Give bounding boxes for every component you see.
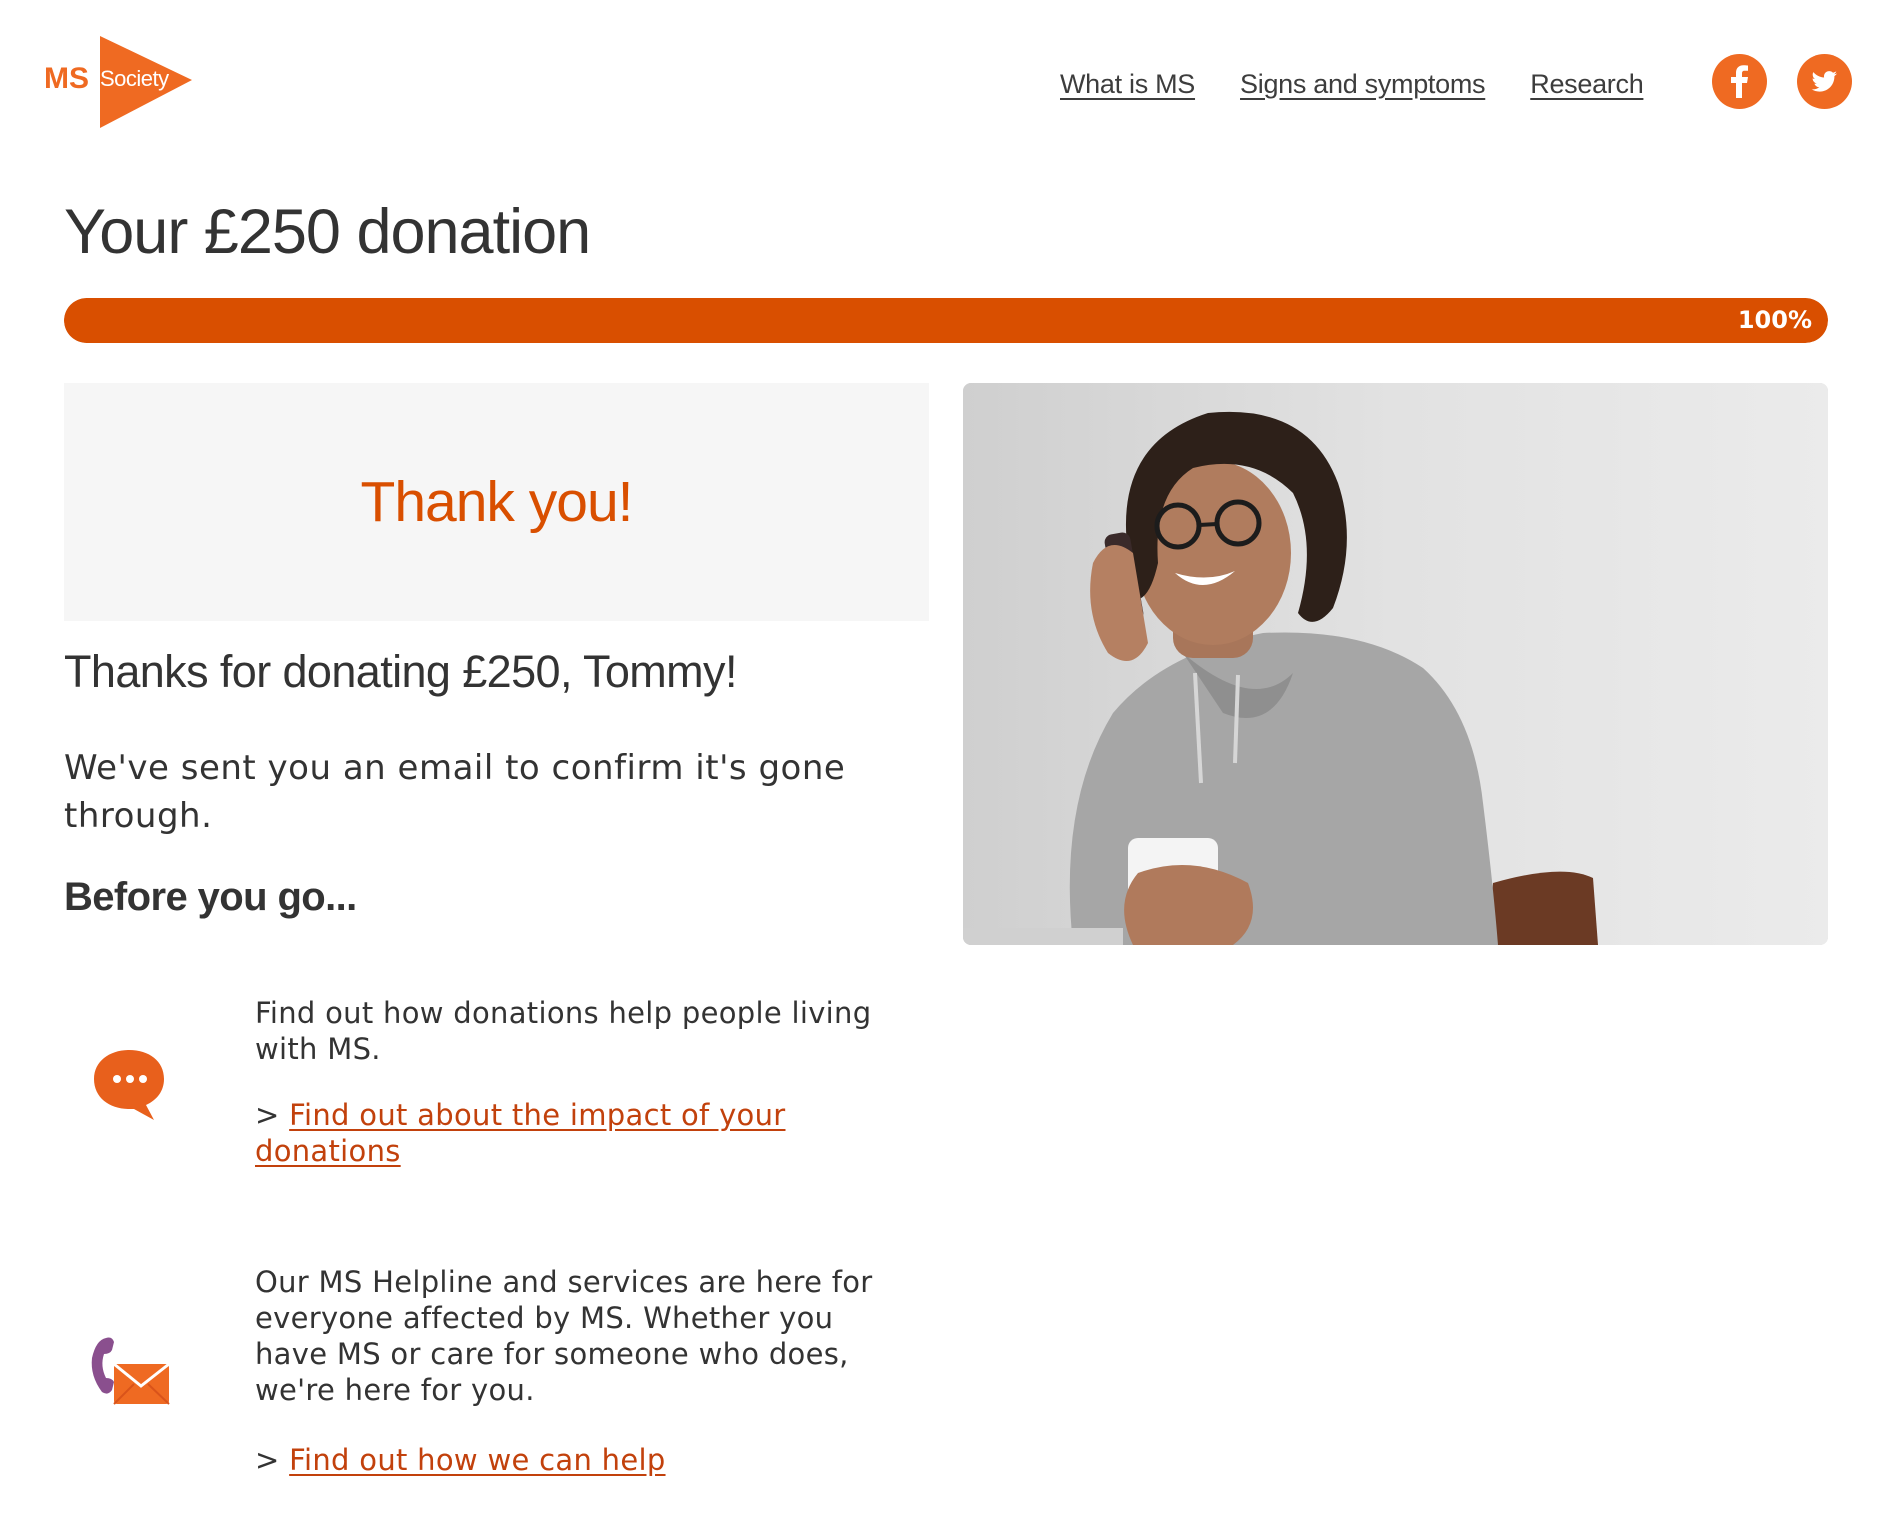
facebook-button[interactable] [1712,54,1767,109]
donation-progress-bar: 100% [64,298,1828,343]
nav-link-what-is-ms[interactable]: What is MS [1060,69,1195,100]
twitter-button[interactable] [1797,54,1852,109]
thank-you-title: Thank you! [360,470,634,534]
helpline-link-row: > Find out how we can help [255,1442,915,1478]
main-nav: What is MS Signs and symptoms Research [1060,66,1644,102]
supporter-photo [963,383,1828,945]
thanks-heading: Thanks for donating £250, Tommy! [64,646,737,697]
progress-fill: 100% [64,298,1828,343]
speech-bubble-icon [84,1039,174,1129]
confirmation-text: We've sent you an email to confirm it's … [64,748,846,836]
impact-info-block: Find out how donations help people livin… [64,995,914,1185]
phone-envelope-icon [84,1324,174,1414]
thank-you-panel: Thank you! [64,383,929,621]
helpline-info-text: Our MS Helpline and services are here fo… [255,1265,873,1407]
link-chevron: > [255,1098,280,1132]
progress-label: 100% [1737,306,1812,334]
helpline-info-block: Our MS Helpline and services are here fo… [64,1264,914,1484]
logo-society-text: Society [100,66,169,91]
twitter-icon [1811,71,1837,92]
before-you-go-heading: Before you go... [64,875,357,919]
link-chevron: > [255,1443,280,1477]
ms-society-logo[interactable]: MS Society [44,36,194,128]
page-title: Your £250 donation [64,197,591,267]
facebook-icon [1731,65,1748,98]
impact-link-row: > Find out about the impact of your dona… [255,1097,915,1169]
nav-link-research[interactable]: Research [1530,69,1643,100]
logo-ms-text: MS [44,62,89,95]
how-we-can-help-link[interactable]: Find out how we can help [289,1443,665,1477]
impact-of-donations-link[interactable]: Find out about the impact of your donati… [255,1098,785,1168]
nav-link-signs-and-symptoms[interactable]: Signs and symptoms [1240,69,1486,100]
impact-info-text: Find out how donations help people livin… [255,996,872,1066]
